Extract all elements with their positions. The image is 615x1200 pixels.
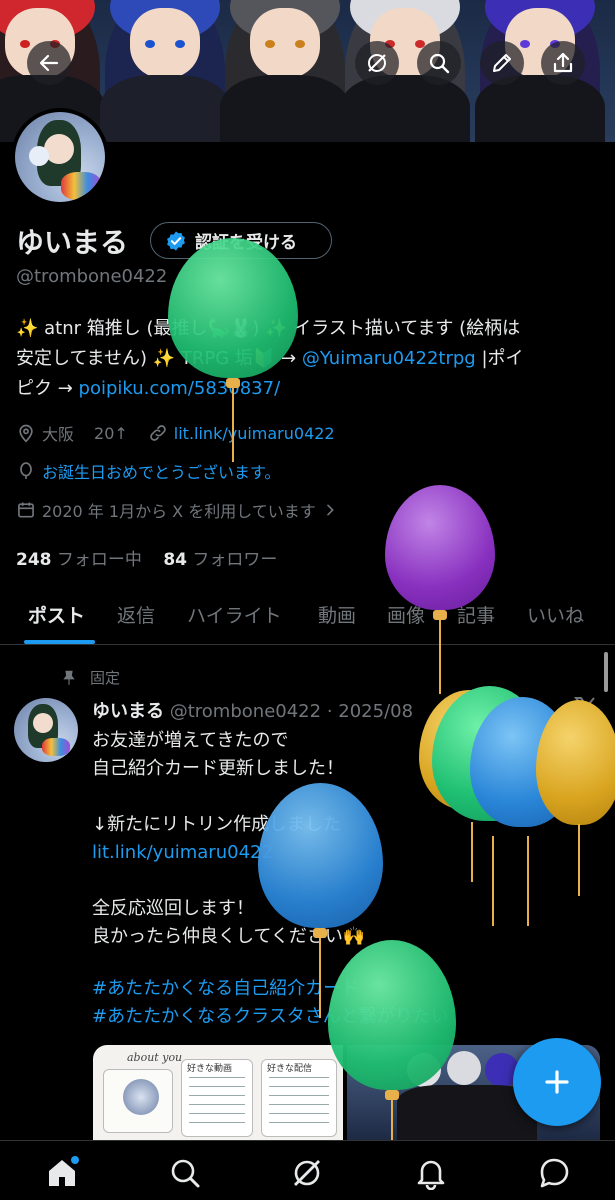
search-icon (429, 53, 450, 74)
get-verified-button[interactable]: 認証を受ける (150, 222, 332, 259)
back-arrow-icon (39, 54, 59, 72)
pinned-label: 固定 (90, 669, 121, 687)
active-tab-indicator (24, 640, 95, 644)
bio-text: |ポイ (475, 348, 524, 369)
plus-icon (545, 1070, 569, 1094)
search-icon (171, 1159, 200, 1188)
location-icon (19, 424, 33, 443)
card-header: 好きな動画 (187, 1064, 233, 1074)
post-separator: · (326, 701, 333, 722)
post-header: ゆいまる @trombone0422 · 2025/08 (92, 697, 413, 723)
profile-meta-row: 大阪 20↑ lit.link/yuimaru0422 (16, 421, 335, 445)
nav-search[interactable] (168, 1156, 202, 1190)
nav-grok[interactable] (290, 1156, 324, 1190)
calendar-icon (18, 502, 34, 518)
tab-videos[interactable]: 動画 (318, 601, 356, 628)
profile-avatar[interactable] (11, 108, 109, 206)
following-count: 248 (16, 550, 52, 570)
messages-icon (540, 1158, 569, 1188)
share-icon (553, 52, 573, 73)
profile-bio: ✨ atnr 箱推し (最推し🦕🐰) ✨ イラスト描いてます (絵柄は 安定して… (16, 314, 606, 404)
tab-articles[interactable]: 記事 (457, 601, 495, 628)
edit-icon (493, 54, 511, 72)
tab-images[interactable]: 画像 (387, 601, 425, 628)
profile-website-link[interactable]: lit.link/yuimaru0422 (174, 424, 335, 443)
bio-text: 安定してません) ✨ TRPG 垢🔰 → (16, 348, 302, 369)
post-line: 良かったら仲良くしてください🙌 (92, 926, 366, 947)
post-hashtag[interactable]: #あたたかくなる自己紹介カード (92, 975, 562, 1003)
bio-text: ✨ atnr 箱推し (最推し🦕🐰) ✨ イラスト描いてます (絵柄は (16, 318, 521, 339)
x-logo-icon (574, 697, 597, 719)
verified-badge-icon (167, 230, 185, 251)
birthday-message[interactable]: お誕生日おめでとうございます。 (42, 459, 280, 483)
tab-posts[interactable]: ポスト (28, 601, 85, 628)
joined-date: 2020 年 1月から X を利用しています (42, 502, 316, 521)
post-link[interactable]: lit.link/yuimaru0422 (92, 839, 562, 867)
back-button[interactable] (27, 41, 71, 85)
profile-age: 20↑ (94, 423, 128, 443)
profile-location: 大阪 (42, 425, 75, 444)
post-author-handle[interactable]: @trombone0422 (170, 701, 321, 722)
tab-likes[interactable]: いいね (527, 601, 584, 628)
joined-row[interactable]: 2020 年 1月から X を利用しています (16, 498, 338, 522)
followers-link[interactable]: 84 フォロワー (163, 550, 277, 570)
notification-dot (71, 1156, 79, 1164)
bottom-navigation (0, 1140, 615, 1200)
tab-replies[interactable]: 返信 (117, 601, 155, 628)
bio-text: ピク → (16, 378, 79, 399)
banner-character-blue (100, 0, 230, 142)
notifications-icon (417, 1160, 445, 1191)
birthday-row: お誕生日おめでとうございます。 (16, 459, 280, 483)
post-line: ↓新たにリトリン作成しました (92, 814, 342, 835)
post-hashtag[interactable]: #あたたかくなるクラスタさんと繋がりたい (92, 1003, 562, 1031)
follow-stats: 248 フォロー中 84 フォロワー (16, 545, 277, 570)
get-verified-label: 認証を受ける (195, 233, 297, 253)
nav-home[interactable] (45, 1156, 79, 1190)
chevron-right-icon (326, 504, 334, 516)
followers-label: フォロワー (192, 550, 278, 570)
search-button[interactable] (417, 41, 461, 85)
bio-poipiku-link[interactable]: poipiku.com/5830837/ (79, 378, 281, 399)
profile-tabs: ポスト 返信 ハイライト 動画 画像 記事 いいね (0, 590, 615, 645)
link-icon (149, 425, 166, 441)
post-media-image[interactable]: about you 好きな動画 好きな配信 (93, 1045, 343, 1140)
bio-mention-link[interactable]: @Yuimaru0422trpg (302, 348, 476, 369)
card-title: about you (127, 1051, 183, 1064)
compose-post-button[interactable] (513, 1038, 601, 1126)
post-line: 全反応巡回します！ (92, 898, 254, 919)
post-date[interactable]: 2025/08 (338, 701, 413, 722)
card-header: 好きな配信 (267, 1064, 313, 1074)
nav-messages[interactable] (537, 1156, 571, 1190)
post-more-button[interactable] (571, 694, 599, 722)
profile-handle: @trombone0422 (16, 266, 168, 287)
post-author-avatar[interactable] (14, 698, 78, 762)
scrollbar[interactable] (604, 652, 608, 692)
share-button[interactable] (541, 41, 585, 85)
post-line: 自己紹介カード更新しました！ (92, 758, 344, 779)
grok-button[interactable] (355, 41, 399, 85)
nav-notifications[interactable] (414, 1156, 448, 1191)
following-link[interactable]: 248 フォロー中 (16, 550, 142, 570)
post-line: お友達が増えてきたので (92, 730, 289, 751)
grok-icon (368, 54, 386, 72)
followers-count: 84 (163, 550, 187, 570)
profile-name: ゆいまる (16, 226, 129, 259)
pin-icon (63, 670, 75, 685)
following-label: フォロー中 (56, 550, 142, 570)
post-author-name[interactable]: ゆいまる (92, 701, 164, 722)
edit-button[interactable] (480, 41, 524, 85)
grok-icon (294, 1160, 320, 1186)
tab-highlights[interactable]: ハイライト (187, 601, 282, 628)
balloon-icon (20, 462, 32, 479)
banner-character-grey (220, 0, 350, 142)
post-text: お友達が増えてきたので 自己紹介カード更新しました！ ↓新たにリトリン作成しまし… (92, 727, 562, 1031)
pinned-indicator: 固定 (60, 667, 120, 688)
